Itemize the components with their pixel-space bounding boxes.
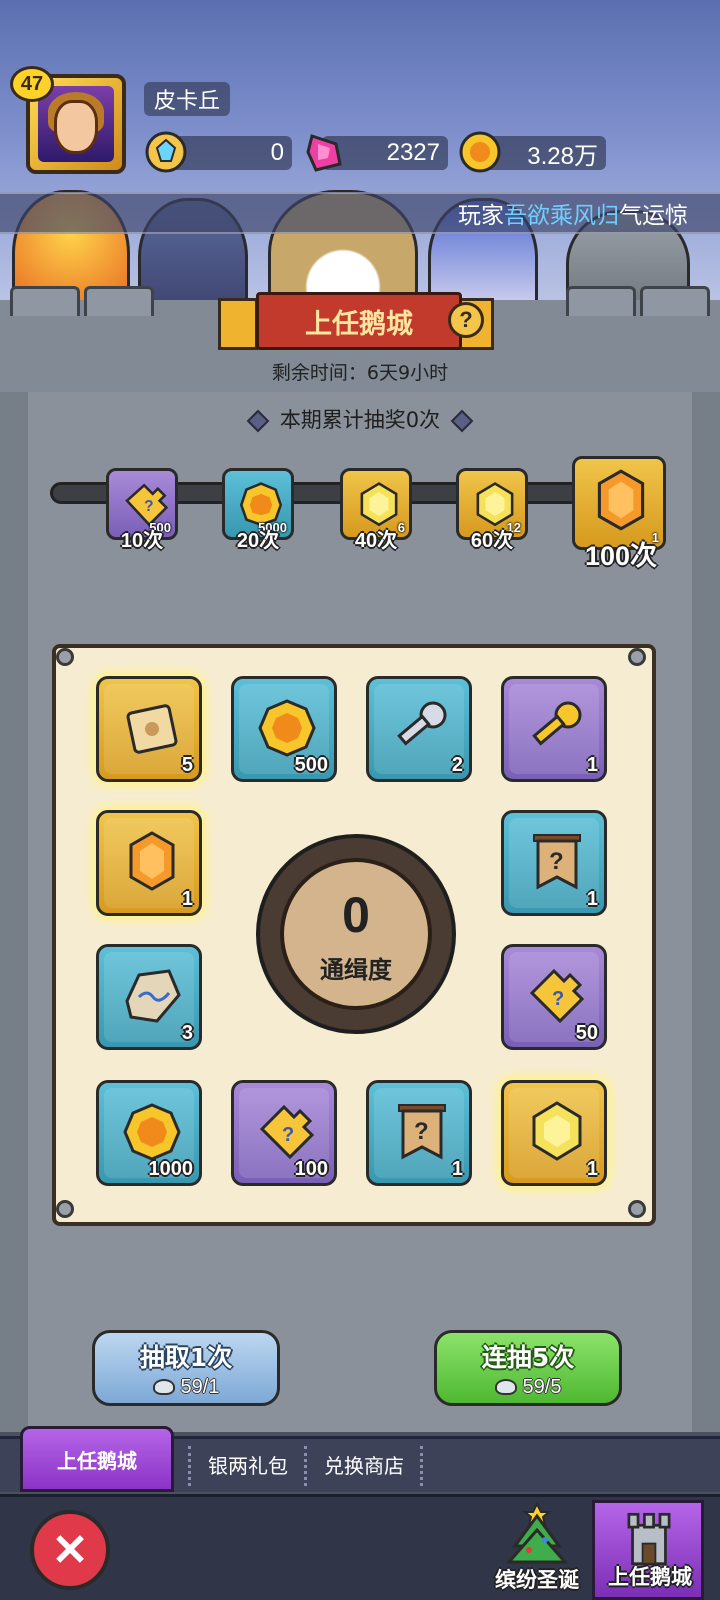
rivet xyxy=(628,1200,646,1218)
svg-text:?: ? xyxy=(144,498,153,515)
rivet xyxy=(56,648,74,666)
progress-title-text: 本期累计抽奖0次 xyxy=(279,408,441,432)
tab-separator xyxy=(188,1446,191,1486)
prize-cell-puzzle-piece: ? 50 xyxy=(501,944,607,1050)
prize-qty: 5 xyxy=(181,754,193,776)
svg-text:?: ? xyxy=(282,1124,294,1146)
diamond-coin-icon xyxy=(144,130,188,174)
mystery-banner-icon: ? xyxy=(398,1104,446,1160)
prize-cell-scroll: 5 xyxy=(96,676,202,782)
rune-stone-icon xyxy=(125,969,181,1023)
gold-coin-icon xyxy=(458,130,502,174)
milestone-label: 10次 xyxy=(120,530,164,552)
milestone-label: 40次 xyxy=(354,530,398,552)
prize-cell-silver-key: 2 xyxy=(366,676,472,782)
prize-cell-orange-gem: 1 xyxy=(96,810,202,916)
prize-qty: 1000 xyxy=(148,1158,194,1180)
draw-five-cost: 59/5 xyxy=(522,1375,562,1398)
prize-qty: 1 xyxy=(181,888,193,910)
svg-text:?: ? xyxy=(414,1118,429,1145)
prize-cell-gold-key: 1 xyxy=(501,676,607,782)
svg-text:?: ? xyxy=(549,848,564,875)
draw-once-button[interactable]: 抽取1次 59/1 xyxy=(92,1330,280,1406)
announcement-marquee: 玩家 吾欲乘风归 气运惊 xyxy=(0,192,720,234)
prize-qty: 1 xyxy=(451,1158,463,1180)
tab-goose-city[interactable]: 上任鹅城 xyxy=(20,1426,174,1492)
nav-christmas[interactable]: 缤纷圣诞 xyxy=(482,1500,592,1600)
prize-cell-rune-stone: 3 xyxy=(96,944,202,1050)
diamond-left-icon xyxy=(246,409,270,433)
prize-qty: 100 xyxy=(294,1158,328,1180)
gold-key-icon xyxy=(532,701,582,746)
nav-goose-city-label: 上任鹅城 xyxy=(608,1565,692,1589)
svg-text:?: ? xyxy=(552,988,564,1010)
prize-cell-mystery-banner: ? 1 xyxy=(501,810,607,916)
marquee-suffix: 气运惊 xyxy=(619,203,688,229)
prize-qty: 500 xyxy=(294,754,328,776)
prize-cell-gold-coin: 1000 xyxy=(96,1080,202,1186)
gold-coin-icon xyxy=(123,1103,181,1161)
event-title: 上任鹅城 xyxy=(256,292,462,350)
tab-exchange-shop[interactable]: 兑换商店 xyxy=(312,1436,416,1492)
draw-five-button[interactable]: 连抽5次 59/5 xyxy=(434,1330,622,1406)
diamond-right-icon xyxy=(450,409,474,433)
player-name: 皮卡丘 xyxy=(144,82,231,116)
rivet xyxy=(628,648,646,666)
puzzle-piece-icon: ? xyxy=(529,968,585,1024)
mystery-banner-icon: ? xyxy=(533,834,581,890)
wanted-label: 通缉度 xyxy=(320,956,392,984)
orange-gem-icon xyxy=(129,831,175,891)
progress-title: 本期累计抽奖0次 xyxy=(0,404,720,434)
milestone-label: 100次 xyxy=(584,541,658,571)
silver-key-icon xyxy=(397,701,447,746)
wanted-value: 0 xyxy=(342,887,370,943)
nav-goose-city[interactable]: 上任鹅城 xyxy=(592,1500,704,1600)
tab-separator xyxy=(420,1446,423,1486)
tab-separator xyxy=(304,1446,307,1486)
prize-qty: 50 xyxy=(575,1022,598,1044)
prize-cell-puzzle-piece: ? 100 xyxy=(231,1080,337,1186)
wanted-meter: 0 通缉度 xyxy=(256,834,456,1034)
puzzle-piece-icon: ? xyxy=(259,1104,315,1160)
marquee-player-name: 吾欲乘风归 xyxy=(504,203,619,229)
remaining-time: 剩余时间：6天9小时 xyxy=(271,362,449,384)
milestone-label: 60次 xyxy=(470,530,514,552)
prize-qty: 3 xyxy=(181,1022,193,1044)
draw-once-label: 抽取1次 xyxy=(139,1342,233,1372)
draw-once-cost: 59/1 xyxy=(180,1375,220,1398)
prize-cell-gold-coin: 500 xyxy=(231,676,337,782)
christmas-tree-icon xyxy=(505,1501,569,1564)
draw-five-label: 连抽5次 xyxy=(481,1342,575,1372)
pink-gem-icon xyxy=(302,130,346,174)
player-level-badge: 47 xyxy=(10,66,54,102)
help-button[interactable]: ? xyxy=(448,302,484,338)
prize-cell-yellow-gem: 1 xyxy=(501,1080,607,1186)
prize-qty: 1 xyxy=(586,888,598,910)
prize-qty: 2 xyxy=(451,754,463,776)
prize-qty: 1 xyxy=(586,754,598,776)
milestone-label: 20次 xyxy=(236,530,280,552)
silver-ingot-icon xyxy=(152,1379,175,1395)
orange-gem-icon xyxy=(597,469,645,531)
prize-cell-mystery-banner: ? 1 xyxy=(366,1080,472,1186)
tab-silver-pack[interactable]: 银两礼包 xyxy=(196,1436,300,1492)
prize-qty: 1 xyxy=(586,1158,598,1180)
marquee-prefix: 玩家 xyxy=(458,203,504,229)
rivet xyxy=(56,1200,74,1218)
diamond-balance: 0 xyxy=(170,136,292,170)
nav-christmas-label: 缤纷圣诞 xyxy=(495,1568,579,1592)
silver-ingot-icon xyxy=(494,1379,517,1395)
scroll-icon xyxy=(126,704,178,754)
yellow-gem-icon xyxy=(532,1101,582,1161)
gold-coin-icon xyxy=(258,699,316,757)
close-button[interactable]: ✕ xyxy=(30,1510,110,1590)
